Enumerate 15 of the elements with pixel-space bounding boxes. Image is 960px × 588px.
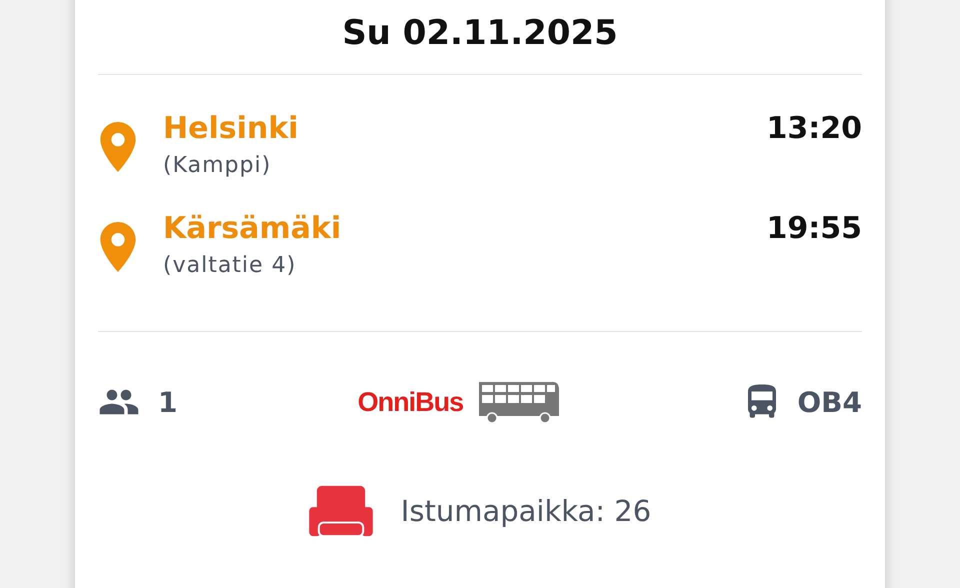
location-pin-icon bbox=[98, 222, 138, 272]
stop-name: Kärsämäki bbox=[163, 210, 342, 248]
seat-number: Istumapaikka: 26 bbox=[400, 494, 652, 528]
departure-time: 19:55 bbox=[766, 210, 862, 248]
departure-time: 13:20 bbox=[766, 110, 862, 148]
location-pin-icon bbox=[98, 122, 138, 172]
travel-date: Su 02.11.2025 bbox=[341, 12, 619, 55]
armchair-icon bbox=[308, 484, 373, 538]
stop-detail: (valtatie 4) bbox=[163, 252, 298, 280]
stop-detail: (Kamppi) bbox=[163, 152, 272, 180]
passenger-count: 1 bbox=[158, 386, 178, 418]
double-decker-bus-icon bbox=[477, 380, 562, 424]
line-number: OB4 bbox=[797, 386, 862, 418]
stop-name: Helsinki bbox=[163, 110, 300, 148]
operator-logo: OnniBus bbox=[358, 386, 464, 418]
